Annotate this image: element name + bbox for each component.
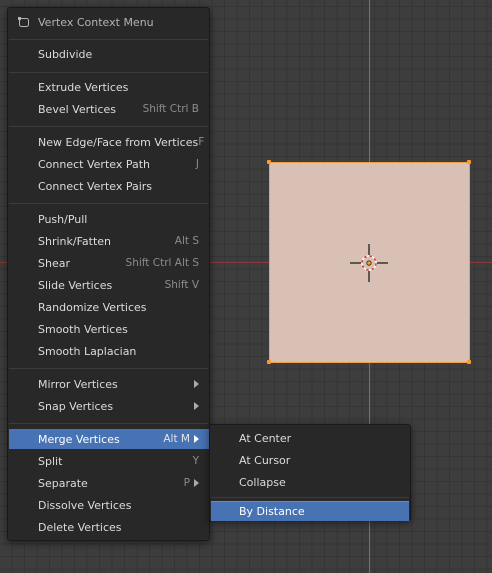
new-edge-face-shortcut: F xyxy=(198,136,205,148)
slide-vertices-label: Slide Vertices xyxy=(38,278,113,292)
push-pull-label: Push/Pull xyxy=(38,212,88,226)
shrink-fatten-item[interactable]: Shrink/Fatten Alt S xyxy=(9,231,209,251)
snap-vertices-label: Snap Vertices xyxy=(38,399,114,413)
by-distance-item[interactable]: By Distance xyxy=(211,501,409,521)
menu-title: Vertex Context Menu xyxy=(38,15,154,29)
randomize-vertices-item[interactable]: Randomize Vertices xyxy=(9,297,209,317)
connect-vertex-pairs-label: Connect Vertex Pairs xyxy=(38,179,153,193)
subdivide-label: Subdivide xyxy=(38,47,93,61)
at-center-label: At Center xyxy=(239,431,292,445)
extrude-vertices-label: Extrude Vertices xyxy=(38,80,129,94)
at-cursor-label: At Cursor xyxy=(239,453,291,467)
divider xyxy=(9,423,208,424)
randomize-vertices-label: Randomize Vertices xyxy=(38,300,147,314)
mirror-vertices-label: Mirror Vertices xyxy=(38,377,118,391)
smooth-laplacian-item[interactable]: Smooth Laplacian xyxy=(9,341,209,361)
by-distance-label: By Distance xyxy=(239,505,305,518)
smooth-vertices-item[interactable]: Smooth Vertices xyxy=(9,319,209,339)
merge-submenu: At Center At Cursor Collapse By Distance xyxy=(209,424,411,521)
smooth-vertices-label: Smooth Vertices xyxy=(38,322,128,336)
shrink-fatten-label: Shrink/Fatten xyxy=(38,234,112,248)
bevel-shortcut: Shift Ctrl B xyxy=(142,103,199,115)
submenu-arrow-icon xyxy=(194,402,199,410)
new-edge-face-label: New Edge/Face from Vertices xyxy=(38,135,199,149)
split-shortcut: Y xyxy=(192,455,199,467)
split-label: Split xyxy=(38,454,63,468)
slide-vertices-item[interactable]: Slide Vertices Shift V xyxy=(9,275,209,295)
collapse-item[interactable]: Collapse xyxy=(211,472,409,492)
extrude-vertices-item[interactable]: Extrude Vertices xyxy=(9,77,209,97)
connect-vertex-pairs-item[interactable]: Connect Vertex Pairs xyxy=(9,176,209,196)
dissolve-vertices-label: Dissolve Vertices xyxy=(38,498,132,512)
shear-item[interactable]: Shear Shift Ctrl Alt S xyxy=(9,253,209,273)
split-item[interactable]: Split Y xyxy=(9,451,209,471)
vertex-menu-icon xyxy=(18,17,29,27)
divider xyxy=(9,368,208,369)
menu-header: Vertex Context Menu xyxy=(8,8,209,36)
push-pull-item[interactable]: Push/Pull xyxy=(9,209,209,229)
submenu-arrow-icon xyxy=(194,435,199,443)
vertex-bottom-left[interactable] xyxy=(267,360,271,364)
bevel-vertices-label: Bevel Vertices xyxy=(38,102,117,116)
divider xyxy=(9,72,208,73)
vertex-context-menu: Vertex Context Menu Subdivide Extrude Ve… xyxy=(7,7,210,541)
delete-vertices-item[interactable]: Delete Vertices xyxy=(9,517,209,537)
connect-vertex-path-item[interactable]: Connect Vertex Path J xyxy=(9,154,209,174)
subdivide-item[interactable]: Subdivide xyxy=(9,44,209,64)
snap-vertices-item[interactable]: Snap Vertices xyxy=(9,396,209,416)
dissolve-vertices-item[interactable]: Dissolve Vertices xyxy=(9,495,209,515)
collapse-label: Collapse xyxy=(239,475,286,489)
smooth-laplacian-label: Smooth Laplacian xyxy=(38,344,137,358)
merge-vertices-item[interactable]: Merge Vertices Alt M xyxy=(9,429,209,449)
bevel-vertices-item[interactable]: Bevel Vertices Shift Ctrl B xyxy=(9,99,209,119)
divider xyxy=(211,497,409,498)
divider xyxy=(9,126,208,127)
submenu-arrow-icon xyxy=(194,380,199,388)
shear-label: Shear xyxy=(38,256,70,270)
delete-vertices-label: Delete Vertices xyxy=(38,520,122,534)
separate-label: Separate xyxy=(38,476,88,490)
separate-item[interactable]: Separate P xyxy=(9,473,209,493)
slide-vertices-shortcut: Shift V xyxy=(164,279,199,291)
separate-shortcut: P xyxy=(183,477,190,489)
shear-shortcut: Shift Ctrl Alt S xyxy=(125,257,199,269)
merge-vertices-shortcut: Alt M xyxy=(163,433,190,445)
connect-vertex-path-label: Connect Vertex Path xyxy=(38,157,150,171)
submenu-arrow-icon xyxy=(194,479,199,487)
vertex-bottom-right[interactable] xyxy=(467,360,471,364)
merge-vertices-label: Merge Vertices xyxy=(38,432,120,446)
divider xyxy=(9,203,208,204)
at-center-item[interactable]: At Center xyxy=(211,428,409,448)
divider xyxy=(9,39,208,40)
mirror-vertices-item[interactable]: Mirror Vertices xyxy=(9,374,209,394)
at-cursor-item[interactable]: At Cursor xyxy=(211,450,409,470)
shrink-fatten-shortcut: Alt S xyxy=(174,235,199,247)
vertex-top-right[interactable] xyxy=(467,160,471,164)
3d-cursor-icon[interactable] xyxy=(349,243,389,283)
new-edge-face-item[interactable]: New Edge/Face from Vertices F xyxy=(9,132,209,152)
vertex-top-left[interactable] xyxy=(267,160,271,164)
connect-vertex-path-shortcut: J xyxy=(195,158,199,170)
